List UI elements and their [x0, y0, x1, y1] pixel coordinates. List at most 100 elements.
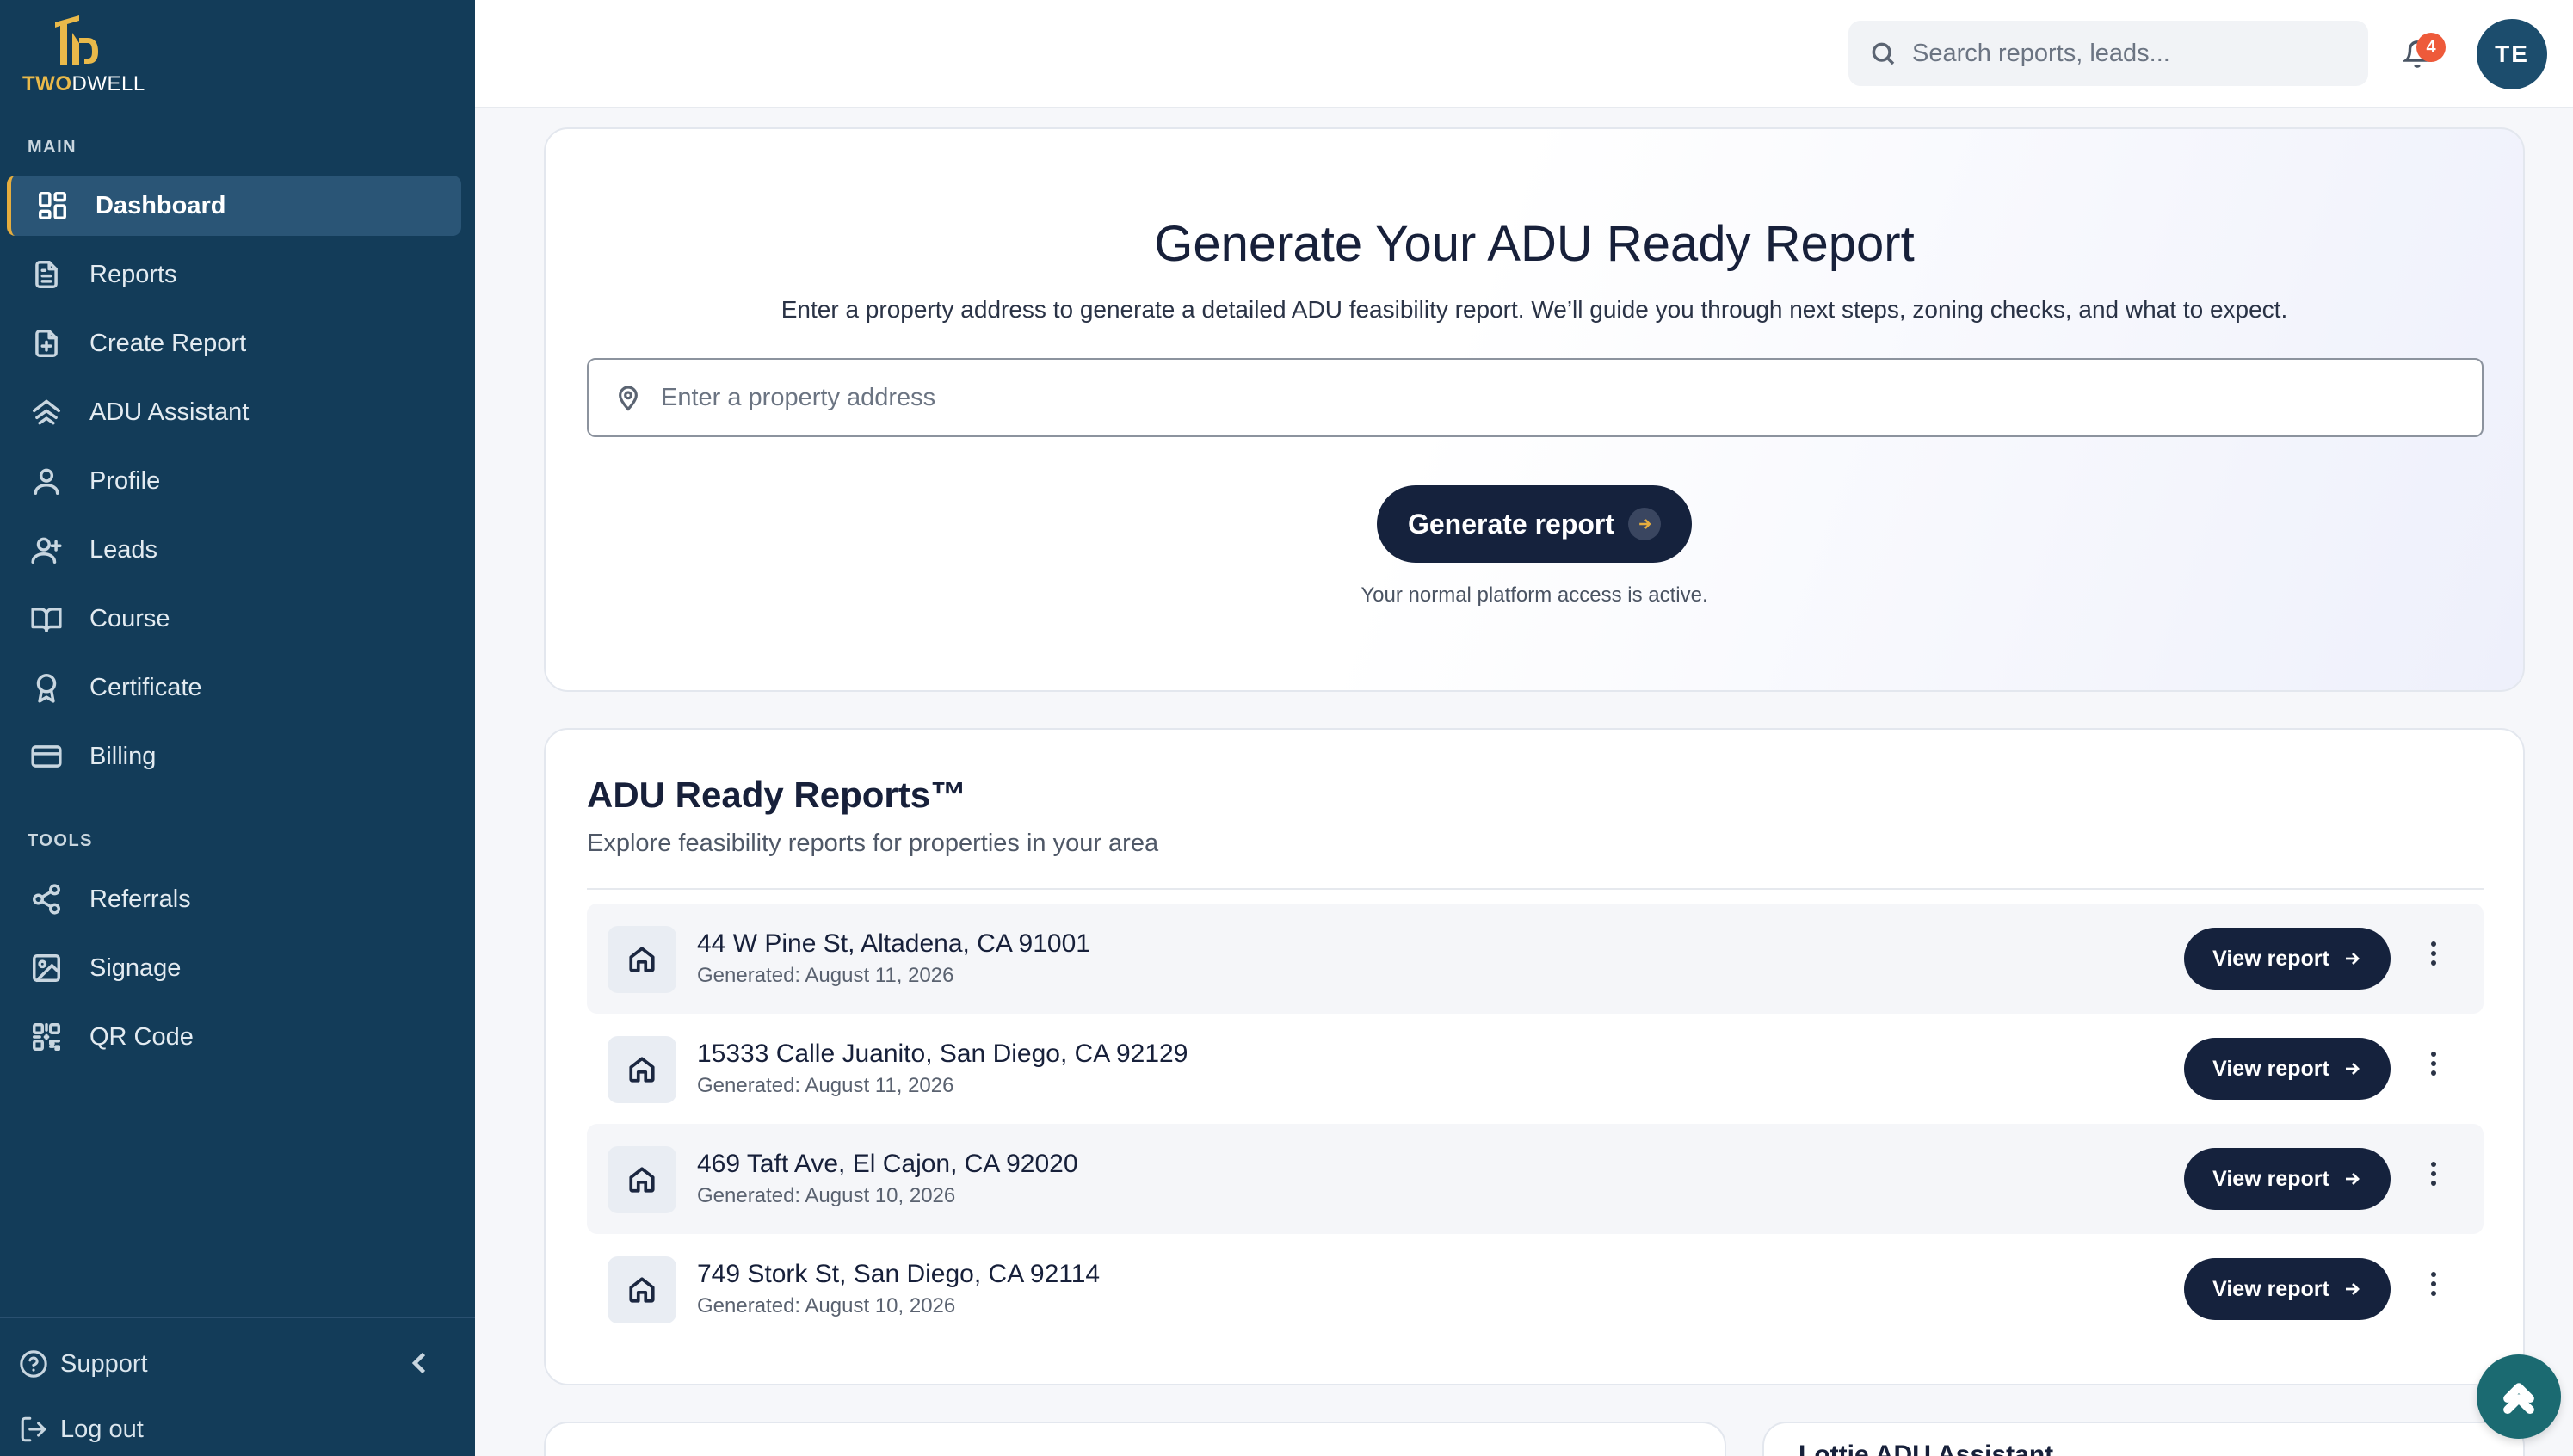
page-title: Generate Your ADU Ready Report — [1154, 216, 1915, 272]
image-icon — [29, 951, 64, 985]
dashboard-icon — [35, 188, 70, 223]
sidebar-item-label: Create Report — [89, 329, 247, 357]
hero-subtitle: Enter a property address to generate a d… — [781, 296, 2288, 323]
logout-icon — [21, 1416, 46, 1442]
sidebar-item-label: Certificate — [89, 673, 202, 701]
sidebar-item-label: Signage — [89, 953, 182, 982]
help-circle-icon — [20, 1350, 47, 1378]
report-row: 44 W Pine St, Altadena, CA 91001 Generat… — [587, 904, 2484, 1014]
credit-card-icon — [29, 739, 64, 774]
sidebar-item-label: Course — [89, 604, 170, 632]
chevron-left-icon — [411, 1352, 426, 1374]
scroll-to-top-button[interactable] — [2477, 1354, 2561, 1439]
report-address: 469 Taft Ave, El Cajon, CA 92020 — [697, 1150, 1078, 1178]
sidebar-item-label: Reports — [89, 260, 177, 288]
sidebar-item-label: Profile — [89, 466, 161, 495]
generate-report-label: Generate report — [1407, 508, 1615, 540]
assistant-card-title: Lottie ADU Assistant — [1799, 1441, 2054, 1456]
view-report-label: View report — [2212, 1276, 2329, 1301]
generate-report-button[interactable]: Generate report — [1377, 485, 1692, 563]
double-chevron-up-icon — [2503, 1383, 2534, 1415]
bottom-left-card — [544, 1422, 1726, 1456]
collapse-sidebar-button[interactable] — [404, 1348, 435, 1379]
logout-label: Log out — [60, 1415, 144, 1443]
share-icon — [29, 882, 64, 916]
more-options-icon[interactable] — [2425, 1162, 2442, 1196]
logo-wordmark: TWODWELL — [22, 72, 145, 96]
view-report-button[interactable]: View report — [2184, 1038, 2391, 1100]
support-label: Support — [60, 1349, 148, 1378]
report-date: Generated: August 10, 2026 — [697, 1184, 956, 1207]
report-date: Generated: August 10, 2026 — [697, 1294, 956, 1317]
sidebar-item-billing[interactable]: Billing — [7, 726, 461, 787]
house-icon — [608, 1036, 676, 1103]
reports-title: ADU Ready Reports™ — [587, 774, 967, 815]
sidebar-item-referrals[interactable]: Referrals — [7, 869, 461, 929]
view-report-label: View report — [2212, 1166, 2329, 1191]
sidebar-item-label: Dashboard — [96, 191, 226, 219]
house-icon — [608, 1256, 676, 1323]
address-field[interactable] — [587, 358, 2484, 437]
logout-link[interactable]: Log out — [19, 1415, 144, 1444]
document-plus-icon — [29, 326, 64, 361]
twodwell-logo[interactable]: TWODWELL — [22, 14, 151, 96]
divider — [587, 888, 2484, 890]
reports-subtitle: Explore feasibility reports for properti… — [587, 830, 1159, 857]
sidebar-item-signage[interactable]: Signage — [7, 938, 461, 998]
sidebar-item-profile[interactable]: Profile — [7, 451, 461, 511]
arrow-right-icon — [2345, 1173, 2360, 1185]
view-report-button[interactable]: View report — [2184, 928, 2391, 990]
sidebar-item-dashboard[interactable]: Dashboard — [7, 176, 461, 236]
top-bar: 4 TE — [475, 0, 2573, 108]
assistant-card: Lottie ADU Assistant — [1762, 1422, 2525, 1456]
more-options-icon[interactable] — [2425, 1272, 2442, 1306]
user-icon — [29, 464, 64, 498]
more-options-icon[interactable] — [2425, 941, 2442, 976]
report-address: 15333 Calle Juanito, San Diego, CA 92129 — [697, 1040, 1188, 1068]
search-icon — [1872, 42, 1895, 65]
sidebar-item-label: Leads — [89, 535, 158, 564]
arrow-right-icon — [2345, 1063, 2360, 1075]
report-date: Generated: August 11, 2026 — [697, 964, 954, 987]
reports-card: ADU Ready Reports™ Explore feasibility r… — [544, 728, 2525, 1385]
search-input[interactable] — [1912, 39, 2360, 68]
logo-text-secondary: DWELL — [71, 72, 145, 96]
qr-code-icon — [29, 1020, 64, 1054]
sidebar-item-adu-assistant[interactable]: ADU Assistant — [7, 382, 461, 442]
notifications-button[interactable]: 4 — [2403, 33, 2446, 74]
sidebar-item-leads[interactable]: Leads — [7, 520, 461, 580]
support-link[interactable]: Support — [19, 1349, 148, 1379]
access-status-note: Your normal platform access is active. — [1361, 583, 1708, 607]
report-row: 15333 Calle Juanito, San Diego, CA 92129… — [587, 1014, 2484, 1124]
view-report-label: View report — [2212, 946, 2329, 971]
book-icon — [29, 602, 64, 636]
sidebar-item-certificate[interactable]: Certificate — [7, 657, 461, 718]
arrow-right-icon — [2345, 1283, 2360, 1295]
sidebar-item-label: ADU Assistant — [89, 398, 250, 426]
arrow-right-icon — [2345, 953, 2360, 965]
sidebar-item-course[interactable]: Course — [7, 589, 461, 649]
house-stack-icon — [29, 395, 64, 429]
view-report-button[interactable]: View report — [2184, 1258, 2391, 1320]
notification-badge: 4 — [2416, 33, 2446, 62]
sidebar-item-label: Billing — [89, 742, 157, 770]
sidebar-item-label: QR Code — [89, 1022, 194, 1051]
view-report-label: View report — [2212, 1056, 2329, 1081]
report-address: 749 Stork St, San Diego, CA 92114 — [697, 1260, 1101, 1288]
house-icon — [608, 926, 676, 993]
search-box[interactable] — [1848, 21, 2368, 86]
sidebar-item-create-report[interactable]: Create Report — [7, 313, 461, 373]
view-report-button[interactable]: View report — [2184, 1148, 2391, 1210]
address-input[interactable] — [661, 383, 2451, 412]
more-options-icon[interactable] — [2425, 1052, 2442, 1086]
generate-report-card: Generate Your ADU Ready Report Enter a p… — [544, 127, 2525, 692]
house-icon — [608, 1146, 676, 1213]
logo-text-primary: TWO — [22, 72, 72, 96]
sidebar-item-reports[interactable]: Reports — [7, 244, 461, 305]
avatar[interactable]: TE — [2477, 19, 2547, 89]
sidebar-item-qr-code[interactable]: QR Code — [7, 1007, 461, 1067]
sidebar-footer: Support Log out — [0, 1317, 475, 1443]
sidebar-item-label: Referrals — [89, 885, 191, 913]
section-label-tools: TOOLS — [28, 831, 94, 850]
section-label-main: MAIN — [28, 138, 77, 157]
